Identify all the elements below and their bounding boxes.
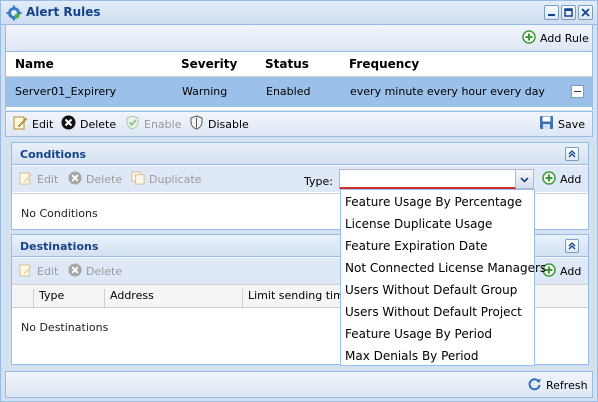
- dropdown-option[interactable]: Feature Usage By Percentage: [345, 195, 522, 209]
- type-combobox[interactable]: [339, 169, 534, 189]
- conditions-title: Conditions: [20, 148, 87, 161]
- save-label: Save: [558, 117, 586, 131]
- disable-rule-button[interactable]: Disable: [189, 114, 249, 134]
- destinations-title: Destinations: [20, 240, 99, 253]
- edit-icon: [19, 263, 33, 280]
- rules-grid: Name Severity Status Frequency Server01_…: [5, 52, 593, 110]
- delete-icon: [61, 115, 76, 133]
- column-address[interactable]: Address: [110, 289, 154, 302]
- enable-label: Enable: [144, 117, 182, 131]
- dropdown-option[interactable]: Not Connected License Managers: [345, 261, 546, 275]
- disable-label: Disable: [208, 117, 249, 131]
- refresh-button[interactable]: Refresh: [527, 375, 588, 395]
- edit-destination-button[interactable]: Edit: [19, 261, 58, 281]
- column-type[interactable]: Type: [39, 289, 64, 302]
- add-condition-button[interactable]: Add: [542, 169, 581, 189]
- delete-label: Delete: [86, 172, 123, 186]
- table-row[interactable]: Server01_Expirery Warning Enabled every …: [6, 77, 592, 107]
- no-conditions-text: No Conditions: [21, 207, 98, 220]
- delete-label: Delete: [86, 264, 123, 278]
- close-icon[interactable]: [578, 5, 593, 20]
- duplicate-condition-button[interactable]: Duplicate: [131, 169, 201, 189]
- refresh-label: Refresh: [546, 378, 588, 392]
- type-input[interactable]: [339, 169, 516, 189]
- duplicate-label: Duplicate: [149, 172, 202, 186]
- add-destination-button[interactable]: Add: [542, 261, 581, 281]
- edit-label: Edit: [32, 117, 54, 131]
- check-shield-icon: [125, 115, 140, 133]
- duplicate-icon: [131, 170, 145, 188]
- edit-icon: [13, 115, 28, 133]
- row-name: Server01_Expirery: [15, 85, 117, 98]
- edit-condition-button[interactable]: Edit: [19, 169, 58, 189]
- grid-header: Name Severity Status Frequency: [6, 52, 592, 77]
- collapse-up-icon[interactable]: [565, 147, 579, 161]
- no-destinations-text: No Destinations: [21, 321, 109, 334]
- delete-rule-button[interactable]: Delete: [61, 114, 116, 134]
- dropdown-option[interactable]: Max Denials By Period: [345, 349, 479, 363]
- edit-label: Edit: [37, 172, 59, 186]
- alert-rules-window: Alert Rules Add Rule Name Severity Statu…: [0, 0, 598, 402]
- delete-icon: [68, 170, 82, 188]
- type-label: Type:: [304, 175, 333, 188]
- column-status[interactable]: Status: [265, 57, 309, 71]
- top-toolbar: Add Rule: [5, 25, 593, 52]
- floppy-disk-icon: [539, 115, 554, 133]
- delete-label: Delete: [80, 117, 117, 131]
- delete-icon: [68, 262, 82, 280]
- maximize-icon[interactable]: [561, 5, 576, 20]
- add-rule-label: Add Rule: [540, 31, 589, 45]
- refresh-icon: [527, 376, 542, 394]
- edit-icon: [19, 171, 33, 188]
- add-icon: [522, 29, 536, 47]
- add-label: Add: [560, 264, 582, 278]
- add-icon: [542, 170, 556, 188]
- add-label: Add: [560, 172, 582, 186]
- delete-destination-button[interactable]: Delete: [68, 261, 122, 281]
- dropdown-option[interactable]: Users Without Default Project: [345, 305, 522, 319]
- column-separator: [33, 289, 34, 311]
- column-separator: [104, 289, 105, 311]
- column-name[interactable]: Name: [15, 57, 54, 71]
- rule-toolbar: Edit Delete Enable Disable Save: [5, 111, 593, 137]
- row-frequency: every minute every hour every day: [350, 85, 545, 98]
- dropdown-option[interactable]: Feature Usage By Period: [345, 327, 492, 341]
- save-button[interactable]: Save: [539, 114, 585, 134]
- window-title: Alert Rules: [26, 5, 101, 19]
- delete-condition-button[interactable]: Delete: [68, 169, 122, 189]
- edit-label: Edit: [37, 264, 59, 278]
- edit-rule-button[interactable]: Edit: [13, 114, 53, 134]
- chevron-down-icon[interactable]: [516, 169, 534, 189]
- shield-icon: [189, 115, 204, 133]
- row-status: Enabled: [266, 85, 311, 98]
- column-severity[interactable]: Severity: [181, 57, 237, 71]
- bottom-toolbar: Refresh: [5, 371, 593, 398]
- dropdown-option[interactable]: Feature Expiration Date: [345, 239, 488, 253]
- window-titlebar[interactable]: Alert Rules: [1, 1, 597, 25]
- conditions-header: Conditions: [12, 143, 588, 165]
- gear-bell-icon: [6, 5, 22, 21]
- minimize-icon[interactable]: [544, 5, 559, 20]
- collapse-up-icon[interactable]: [565, 239, 579, 253]
- row-collapse-button[interactable]: [571, 85, 584, 98]
- enable-rule-button[interactable]: Enable: [125, 114, 181, 134]
- dropdown-option[interactable]: License Duplicate Usage: [345, 217, 492, 231]
- type-dropdown-list: Feature Usage By Percentage License Dupl…: [340, 189, 546, 366]
- dropdown-option[interactable]: Users Without Default Group: [345, 283, 517, 297]
- row-severity: Warning: [182, 85, 228, 98]
- column-frequency[interactable]: Frequency: [349, 57, 419, 71]
- add-rule-button[interactable]: Add Rule: [522, 28, 589, 48]
- column-separator: [242, 289, 243, 311]
